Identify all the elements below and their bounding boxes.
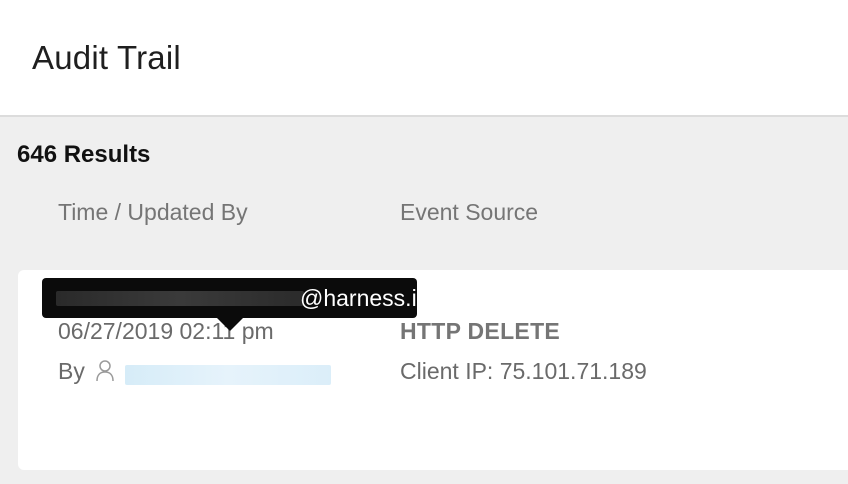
tooltip-arrow <box>216 317 244 331</box>
column-header-event-source: Event Source <box>400 199 539 225</box>
user-icon <box>95 359 115 383</box>
page-header: Audit Trail <box>0 0 848 117</box>
redacted-email-user <box>56 291 304 306</box>
user-name-link[interactable] <box>124 365 331 385</box>
updated-by: By <box>58 356 331 386</box>
page-title: Audit Trail <box>32 39 181 76</box>
user-email-tooltip: @harness.io <box>42 278 417 318</box>
client-ip: Client IP: 75.101.71.189 <box>400 358 647 384</box>
by-label: By <box>58 357 85 384</box>
column-header-time-updated-by: Time / Updated By <box>58 199 248 225</box>
event-method: HTTP DELETE <box>400 318 561 344</box>
results-count: 646 Results <box>17 141 151 168</box>
tooltip-email-domain: @harness.io <box>300 285 417 311</box>
